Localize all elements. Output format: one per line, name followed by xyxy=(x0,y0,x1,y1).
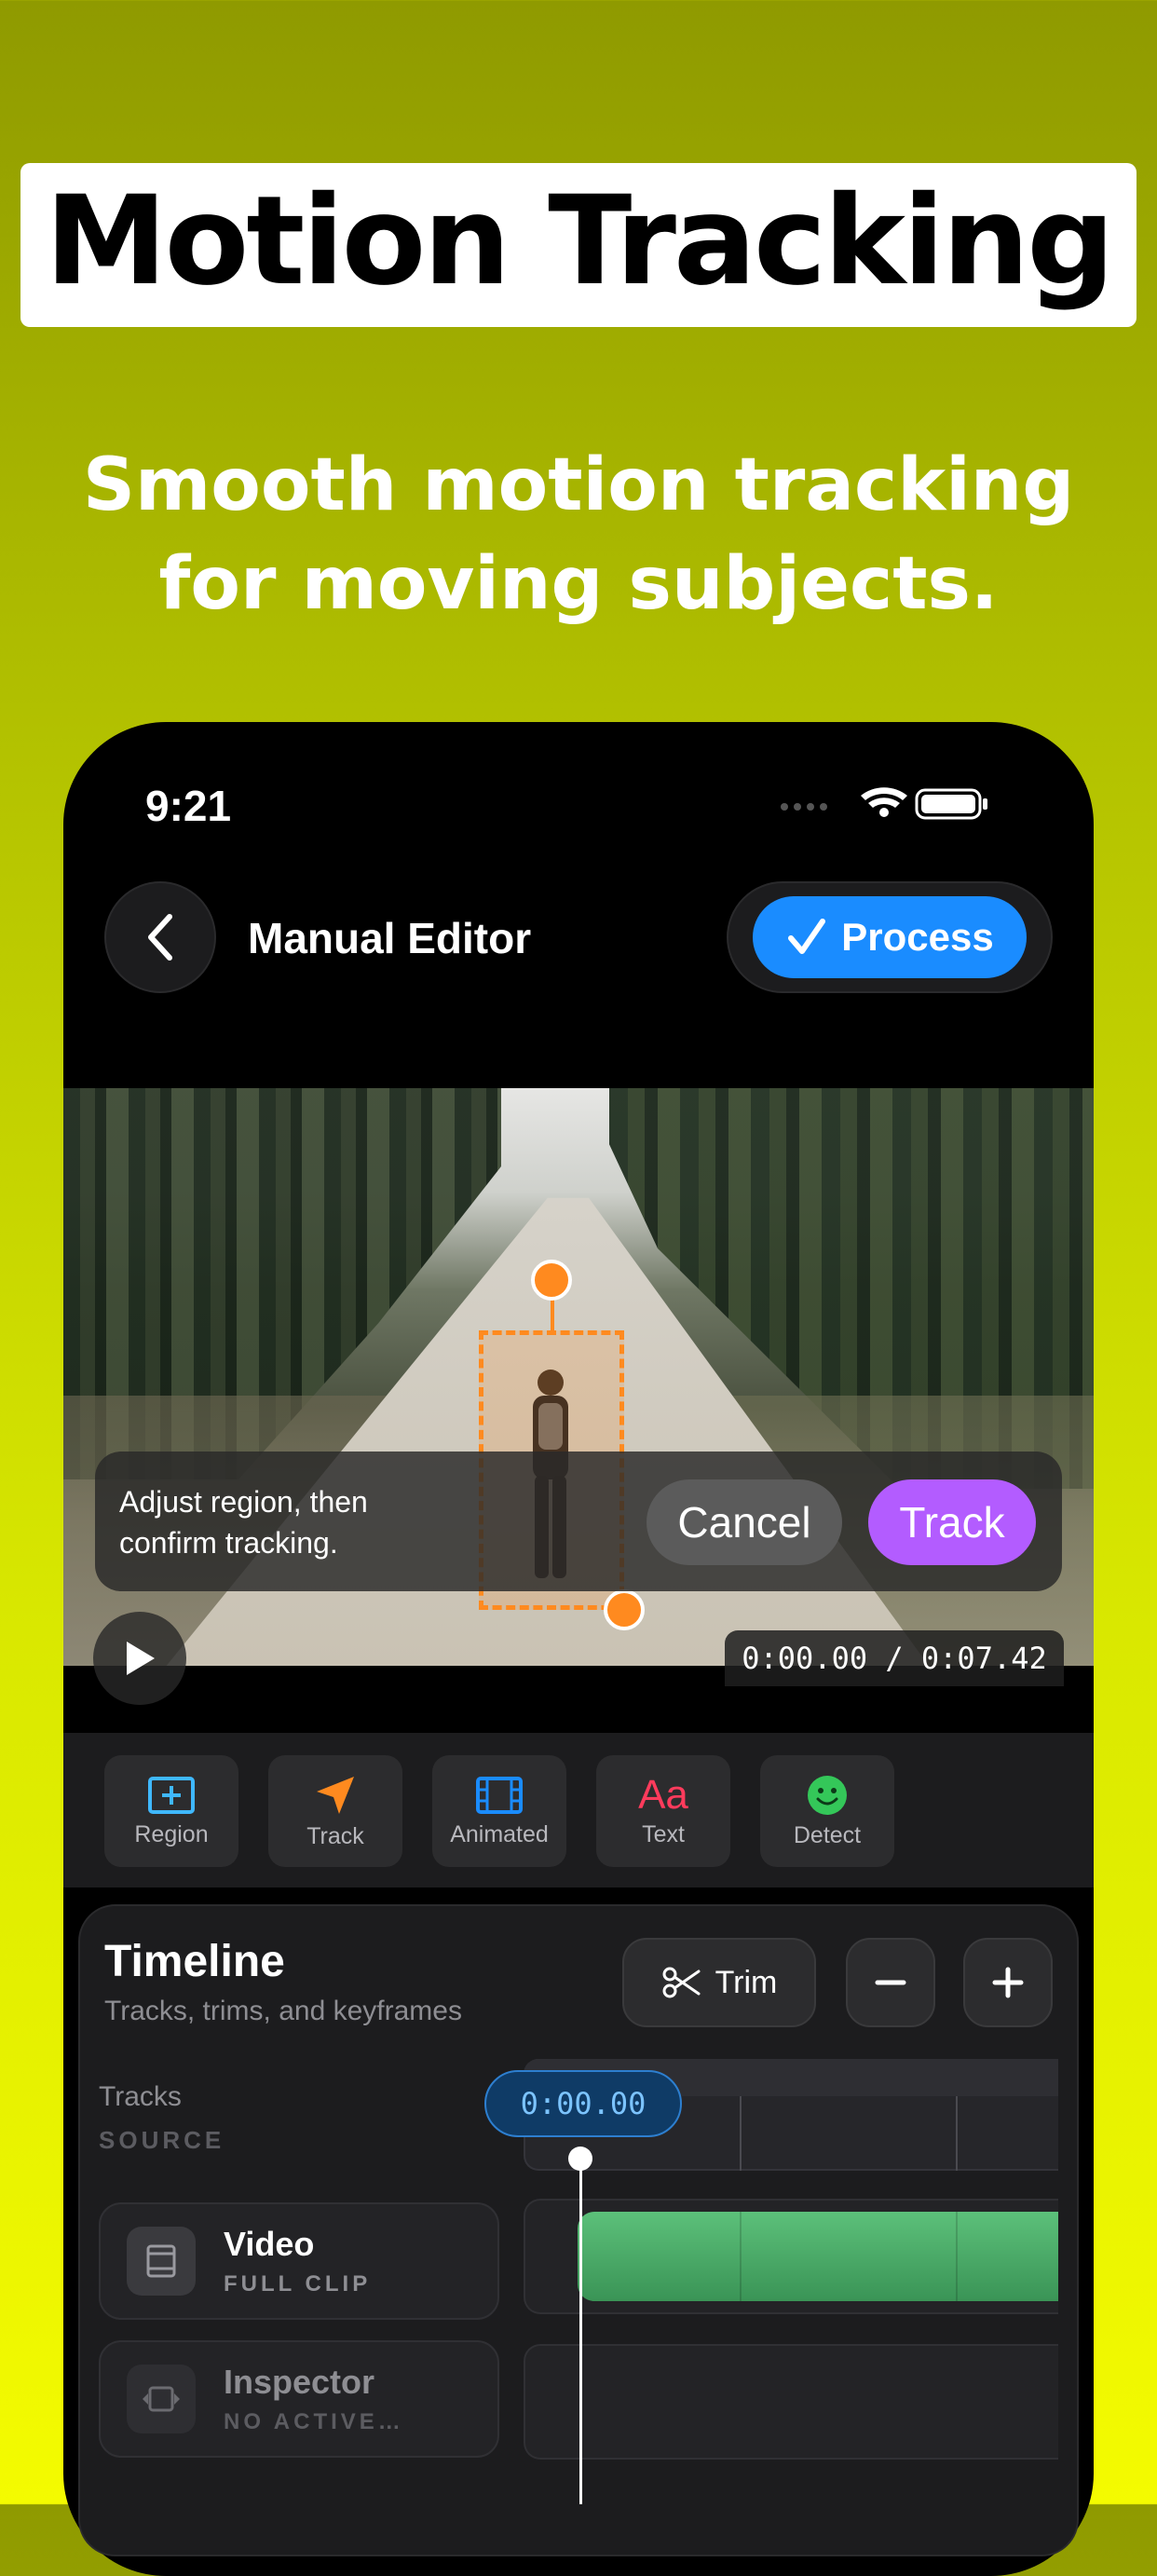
tool-animated-label: Animated xyxy=(450,1820,549,1847)
playhead-handle[interactable] xyxy=(568,2147,592,2171)
playhead-line[interactable] xyxy=(579,2158,582,2504)
cancel-button[interactable]: Cancel xyxy=(647,1479,842,1565)
video-timecode: 0:00.00 / 0:07.42 xyxy=(725,1630,1064,1686)
timeline-subtitle: Tracks, trims, and keyframes xyxy=(104,1996,462,2026)
tool-detect-label: Detect xyxy=(793,1821,862,1848)
track-subtitle: NO ACTIVE… xyxy=(224,2409,404,2434)
promo-headline-wrap: Motion Tracking xyxy=(0,163,1157,327)
track-button[interactable]: Track xyxy=(868,1479,1036,1565)
location-arrow-icon xyxy=(317,1776,354,1814)
region-handle-stem xyxy=(551,1299,554,1332)
tool-track-label: Track xyxy=(306,1822,364,1849)
process-label: Process xyxy=(841,915,994,959)
clip-tick xyxy=(956,2212,958,2301)
promo-headline: Motion Tracking xyxy=(20,163,1137,327)
zoom-out-button[interactable] xyxy=(846,1938,935,2027)
play-icon xyxy=(127,1642,155,1675)
tool-detect[interactable]: Detect xyxy=(760,1755,894,1867)
tool-track[interactable]: Track xyxy=(268,1755,402,1867)
ruler-tick xyxy=(956,2096,958,2171)
tool-text[interactable]: Aa Text xyxy=(596,1755,730,1867)
back-button[interactable] xyxy=(104,881,216,993)
video-clip[interactable] xyxy=(578,2212,1058,2301)
checkmark-icon xyxy=(788,919,826,954)
clip-tick xyxy=(740,2212,742,2301)
tool-region[interactable]: Region xyxy=(104,1755,238,1867)
inspector-icon xyxy=(127,2365,196,2433)
trim-button[interactable]: Trim xyxy=(622,1938,816,2027)
tool-text-label: Text xyxy=(642,1820,685,1847)
signal-icon xyxy=(781,803,827,811)
track-name: Video xyxy=(224,2225,315,2263)
play-button[interactable] xyxy=(93,1612,186,1705)
page-title: Manual Editor xyxy=(248,914,532,962)
minus-icon xyxy=(875,1980,906,1985)
track-name: Inspector xyxy=(224,2363,375,2401)
region-resize-handle[interactable] xyxy=(604,1589,645,1630)
film-strip-icon xyxy=(127,2227,196,2296)
tracks-label: Tracks xyxy=(99,2081,182,2112)
track-row-video[interactable]: Video FULL CLIP xyxy=(99,2202,499,2320)
battery-icon xyxy=(915,788,987,820)
plus-square-icon xyxy=(148,1776,195,1814)
status-time: 9:21 xyxy=(145,782,232,830)
promo-subheadline: Smooth motion tracking for moving subjec… xyxy=(82,443,1075,626)
zoom-in-button[interactable] xyxy=(963,1938,1053,2027)
timeline-title: Timeline xyxy=(104,1937,285,1986)
tool-animated[interactable]: Animated xyxy=(432,1755,566,1867)
scissors-icon xyxy=(662,1967,701,1998)
film-icon xyxy=(476,1776,523,1814)
status-icons xyxy=(777,783,1000,820)
tool-region-label: Region xyxy=(134,1820,209,1847)
inspector-lane[interactable] xyxy=(524,2344,1058,2460)
plus-icon xyxy=(992,1967,1024,1998)
track-subtitle: FULL CLIP xyxy=(224,2271,372,2297)
source-label: SOURCE xyxy=(99,2126,225,2154)
text-aa-icon: Aa xyxy=(638,1771,688,1818)
wifi-icon xyxy=(861,787,907,817)
ruler-tick xyxy=(740,2096,742,2171)
playhead-time: 0:00.00 xyxy=(484,2070,682,2137)
tracking-hint-text: Adjust region, then confirm tracking. xyxy=(119,1485,368,1560)
smiley-icon xyxy=(808,1775,847,1815)
region-rotate-handle[interactable] xyxy=(531,1260,572,1301)
chevron-left-icon xyxy=(148,914,172,961)
process-button[interactable]: Process xyxy=(753,896,1027,978)
track-row-inspector[interactable]: Inspector NO ACTIVE… xyxy=(99,2340,499,2458)
trim-label: Trim xyxy=(715,1964,778,2000)
